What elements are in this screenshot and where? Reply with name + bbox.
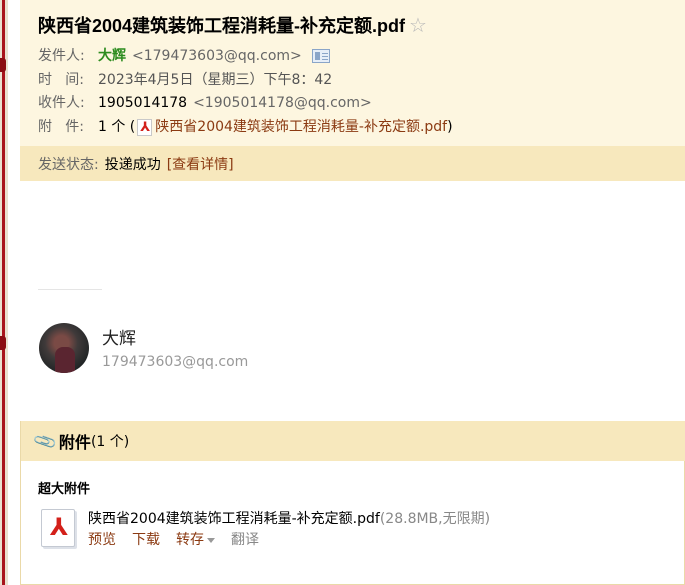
star-icon[interactable]: ☆ bbox=[409, 15, 427, 35]
time-row: 时 间: 2023年4月5日（星期三）下午8：42 bbox=[38, 71, 332, 89]
attachments-header: 📎 附件 (1 个) bbox=[21, 421, 685, 461]
attachment-label: 附 件: bbox=[38, 119, 84, 135]
recipient-row: 收件人: 1905014178 <1905014178@qq.com> bbox=[38, 94, 372, 112]
delivery-status-bar: 发送状态: 投递成功 [查看详情] bbox=[20, 146, 685, 181]
attachment-close: ) bbox=[447, 119, 453, 135]
sender-name[interactable]: 大辉 bbox=[98, 47, 126, 65]
pdf-file-icon[interactable] bbox=[41, 509, 75, 547]
attachment-count: 1 个 ( bbox=[98, 119, 136, 135]
status-value: 投递成功 bbox=[104, 156, 161, 173]
recipient-email[interactable]: <1905014178@qq.com> bbox=[193, 94, 372, 112]
translate-button[interactable]: 翻译 bbox=[231, 529, 259, 549]
save-to-dropdown[interactable]: 转存 bbox=[176, 529, 215, 549]
left-rail bbox=[0, 0, 8, 585]
rail-line bbox=[2, 0, 5, 585]
paperclip-icon: 📎 bbox=[31, 427, 59, 455]
attachment-file-name: 陕西省2004建筑装饰工程消耗量-补充定额.pdf(28.8MB,无限期) bbox=[88, 508, 490, 528]
chevron-down-icon bbox=[207, 537, 215, 543]
large-attachment-label: 超大附件 bbox=[38, 482, 91, 497]
attachment-row: 附 件: 1 个 ( 陕西省2004建筑装饰工程消耗量-补充定额.pdf ) bbox=[38, 118, 453, 137]
preview-button[interactable]: 预览 bbox=[88, 529, 116, 549]
mail-subject: 陕西省2004建筑装饰工程消耗量-补充定额.pdf bbox=[38, 16, 406, 36]
file-size-info: (28.8MB,无限期) bbox=[379, 511, 491, 527]
subject-row: 陕西省2004建筑装饰工程消耗量-补充定额.pdf ☆ bbox=[38, 12, 427, 38]
sender-row: 发件人: 大辉 <179473603@qq.com> bbox=[38, 47, 330, 65]
status-label: 发送状态: bbox=[38, 156, 99, 173]
avatar bbox=[39, 323, 89, 373]
attachment-actions: 预览 下载 转存 翻译 bbox=[88, 529, 275, 549]
signature-divider bbox=[38, 289, 102, 290]
contact-card-icon[interactable] bbox=[311, 49, 330, 63]
file-name-text[interactable]: 陕西省2004建筑装饰工程消耗量-补充定额.pdf bbox=[88, 511, 380, 527]
signature-email: 179473603@qq.com bbox=[102, 354, 249, 370]
signature-name: 大辉 bbox=[102, 329, 136, 349]
sender-label: 发件人: bbox=[38, 48, 85, 64]
attachments-section: 📎 附件 (1 个) 超大附件 陕西省2004建筑装饰工程消耗量-补充定额.pd… bbox=[20, 421, 685, 585]
rail-marker bbox=[0, 58, 6, 72]
attachments-count: (1 个) bbox=[90, 434, 130, 450]
time-value: 2023年4月5日（星期三）下午8：42 bbox=[98, 72, 333, 88]
attachment-link[interactable]: 陕西省2004建筑装饰工程消耗量-补充定额.pdf bbox=[155, 118, 447, 136]
rail-marker bbox=[0, 336, 6, 350]
sender-email[interactable]: <179473603@qq.com> bbox=[132, 47, 302, 65]
time-label: 时 间: bbox=[38, 72, 84, 88]
view-details-link[interactable]: [查看详情] bbox=[167, 154, 234, 174]
recipient-name[interactable]: 1905014178 bbox=[98, 94, 187, 112]
recipient-label: 收件人: bbox=[38, 95, 85, 111]
download-button[interactable]: 下载 bbox=[132, 529, 160, 549]
pdf-icon bbox=[137, 118, 153, 137]
mail-header: 陕西省2004建筑装饰工程消耗量-补充定额.pdf ☆ 发件人: 大辉 <179… bbox=[20, 0, 685, 181]
attachments-title: 附件 bbox=[58, 433, 91, 452]
